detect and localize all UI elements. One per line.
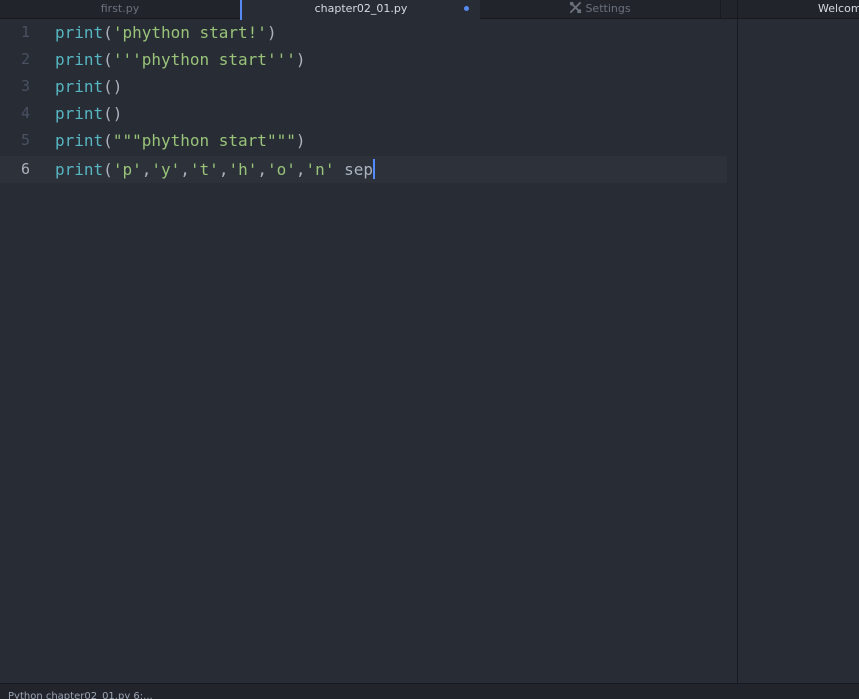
tab-welcome[interactable]: Welcom	[818, 0, 859, 18]
function-token: print	[55, 104, 104, 123]
line-number: 2	[20, 50, 30, 68]
comma-token: ,	[257, 160, 267, 179]
status-bar: Python chapter02_01.py 6:...	[0, 683, 859, 699]
string-token: 't'	[189, 160, 219, 179]
comma-token: ,	[218, 160, 229, 179]
string-token: 'y'	[151, 160, 181, 179]
punctuation-token: )	[295, 50, 306, 69]
left-pane: first.py chapter02_01.py Settings 1 prin…	[0, 0, 737, 683]
punctuation-token: )	[295, 131, 306, 150]
string-token: 'p'	[112, 160, 142, 179]
right-pane: Welcom	[737, 0, 859, 683]
code-line[interactable]: 4 print()	[0, 100, 737, 127]
code-line-active[interactable]: 6 print('p','y','t','h','o','n' sep	[0, 156, 727, 183]
tab-divider	[720, 0, 721, 19]
function-token: print	[55, 77, 104, 96]
tab-label: first.py	[100, 2, 140, 15]
punctuation-token: (	[103, 50, 113, 69]
line-number: 4	[20, 104, 30, 122]
line-number: 5	[20, 131, 30, 149]
comma-token: ,	[180, 160, 190, 179]
code-text: print('p','y','t','h','o','n' sep	[55, 156, 375, 183]
tab-label: Settings	[585, 2, 631, 15]
right-tab-bar: Welcom	[738, 0, 859, 19]
modified-indicator-icon[interactable]	[464, 6, 469, 11]
string-token: 'n'	[305, 160, 335, 179]
line-number: 3	[20, 77, 30, 95]
status-text[interactable]: Python chapter02_01.py 6:...	[8, 689, 153, 699]
code-text: print()	[55, 73, 122, 100]
comma-token: ,	[295, 160, 306, 179]
tab-bar: first.py chapter02_01.py Settings	[0, 0, 737, 20]
function-token: print	[55, 23, 104, 42]
code-text: print("""phython start""")	[55, 127, 305, 154]
code-line[interactable]: 3 print()	[0, 73, 737, 100]
tools-icon	[570, 1, 582, 14]
code-line[interactable]: 1 print('phython start!')	[0, 19, 737, 46]
tab-first-py[interactable]: first.py	[0, 0, 240, 19]
line-number: 1	[20, 23, 30, 41]
string-token: '''phython start'''	[112, 50, 296, 69]
punctuation-token: (	[103, 131, 113, 150]
code-text: print('phython start!')	[55, 19, 277, 46]
code-text: print('''phython start''')	[55, 46, 305, 73]
identifier-token: sep	[334, 160, 373, 179]
function-token: print	[55, 50, 104, 69]
string-token: 'h'	[228, 160, 258, 179]
tab-chapter02-01-py[interactable]: chapter02_01.py	[240, 0, 480, 20]
punctuation-token: ()	[103, 104, 123, 123]
punctuation-token: (	[103, 23, 113, 42]
function-token: print	[55, 160, 104, 179]
code-line[interactable]: 5 print("""phython start""")	[0, 127, 737, 154]
code-text: print()	[55, 100, 122, 127]
code-line[interactable]: 2 print('''phython start''')	[0, 46, 737, 73]
text-cursor	[372, 159, 375, 179]
string-token: 'o'	[267, 160, 296, 179]
editor-window: first.py chapter02_01.py Settings 1 prin…	[0, 0, 859, 699]
string-token: """phython start"""	[112, 131, 296, 150]
string-token: 'phython start!'	[112, 23, 267, 42]
code-editor[interactable]: 1 print('phython start!') 2 print('''phy…	[0, 19, 737, 683]
function-token: print	[55, 131, 104, 150]
tab-settings[interactable]: Settings	[480, 0, 720, 19]
comma-token: ,	[141, 160, 152, 179]
punctuation-token: ()	[103, 77, 123, 96]
line-number: 6	[20, 160, 30, 178]
punctuation-token: )	[266, 23, 277, 42]
tab-label: chapter02_01.py	[314, 2, 408, 15]
punctuation-token: (	[103, 160, 113, 179]
